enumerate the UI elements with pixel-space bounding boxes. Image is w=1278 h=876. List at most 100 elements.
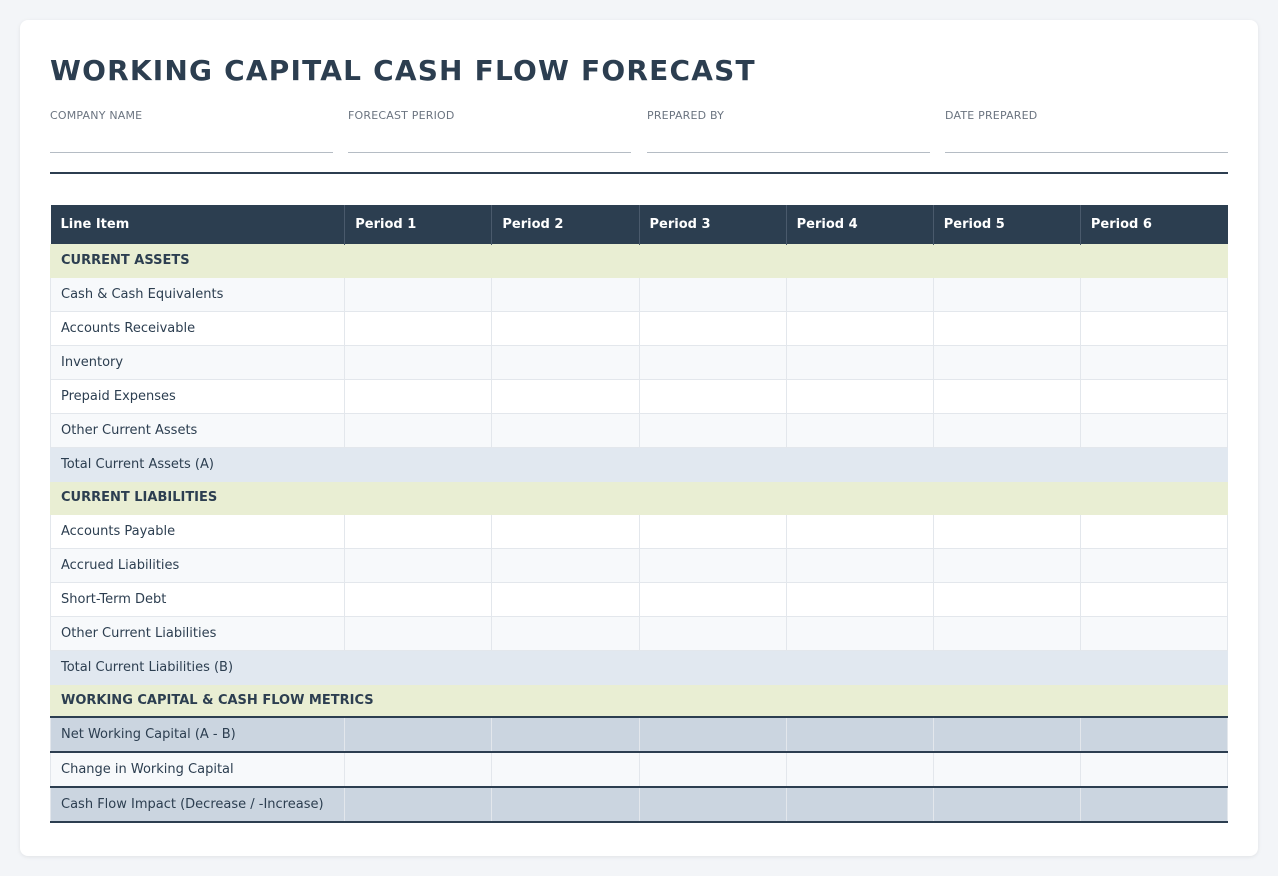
period-5-cell[interactable] <box>932 513 1081 549</box>
period-5-cell[interactable] <box>932 581 1081 617</box>
row-label: Cash & Cash Equivalents <box>49 276 346 312</box>
period-5-cell[interactable] <box>932 615 1081 651</box>
date-prepared-field[interactable]: DATE PREPARED <box>945 109 1228 153</box>
period-3-cell[interactable] <box>638 412 787 448</box>
company-name-field[interactable]: COMPANY NAME <box>50 109 333 153</box>
table-row: Accounts Payable <box>49 513 1229 549</box>
period-5-cell[interactable] <box>932 547 1081 583</box>
period-5-cell[interactable] <box>932 344 1081 380</box>
period-6-cell[interactable] <box>1079 716 1229 753</box>
period-1-cell[interactable] <box>344 412 493 448</box>
period-6-cell[interactable] <box>1079 615 1229 651</box>
prepared-by-label: PREPARED BY <box>647 109 725 122</box>
period-2-cell[interactable] <box>491 310 640 346</box>
forecast-table: Line Item Period 1 Period 2 Period 3 Per… <box>49 205 1229 823</box>
period-6-cell[interactable] <box>1079 276 1229 312</box>
period-2-cell[interactable] <box>491 513 640 549</box>
period-3-cell[interactable] <box>638 547 787 583</box>
period-4-cell[interactable] <box>785 276 934 312</box>
total-label: Total Current Liabilities (B) <box>50 649 1228 685</box>
period-4-cell[interactable] <box>785 581 934 617</box>
period-4-cell[interactable] <box>785 751 934 788</box>
company-name-label: COMPANY NAME <box>50 109 143 122</box>
company-name-input[interactable] <box>50 128 333 148</box>
period-1-cell[interactable] <box>344 751 493 788</box>
date-prepared-label: DATE PREPARED <box>945 109 1038 122</box>
period-4-cell[interactable] <box>785 344 934 380</box>
total-row-current-liabilities: Total Current Liabilities (B) <box>50 649 1228 685</box>
period-4-cell[interactable] <box>785 513 934 549</box>
period-2-cell[interactable] <box>491 344 640 380</box>
period-5-cell[interactable] <box>932 412 1081 448</box>
period-5-cell[interactable] <box>932 751 1081 788</box>
table-row: Cash & Cash Equivalents <box>49 276 1229 312</box>
period-2-cell[interactable] <box>491 276 640 312</box>
period-4-cell[interactable] <box>785 786 934 823</box>
period-1-cell[interactable] <box>344 513 493 549</box>
period-1-cell[interactable] <box>344 378 493 414</box>
period-6-cell[interactable] <box>1079 786 1229 823</box>
period-3-cell[interactable] <box>638 378 787 414</box>
period-2-cell[interactable] <box>491 547 640 583</box>
prepared-by-input[interactable] <box>647 128 930 148</box>
period-4-cell[interactable] <box>785 547 934 583</box>
period-6-cell[interactable] <box>1079 751 1229 788</box>
period-5-cell[interactable] <box>932 786 1081 823</box>
period-1-cell[interactable] <box>344 581 493 617</box>
period-4-cell[interactable] <box>785 716 934 753</box>
forecast-period-input[interactable] <box>348 128 631 148</box>
period-2-cell[interactable] <box>491 412 640 448</box>
period-6-cell[interactable] <box>1079 547 1229 583</box>
row-label: Other Current Assets <box>49 412 346 448</box>
period-1-cell[interactable] <box>344 615 493 651</box>
period-3-cell[interactable] <box>638 310 787 346</box>
period-5-cell[interactable] <box>932 716 1081 753</box>
period-6-cell[interactable] <box>1079 581 1229 617</box>
period-5-cell[interactable] <box>932 276 1081 312</box>
period-2-cell[interactable] <box>491 751 640 788</box>
date-prepared-input[interactable] <box>945 128 1228 148</box>
period-4-cell[interactable] <box>785 412 934 448</box>
period-6-cell[interactable] <box>1079 310 1229 346</box>
period-3-cell[interactable] <box>638 513 787 549</box>
table-row: Accounts Receivable <box>49 310 1229 346</box>
period-3-cell[interactable] <box>638 615 787 651</box>
period-2-cell[interactable] <box>491 581 640 617</box>
period-1-cell[interactable] <box>344 310 493 346</box>
period-1-cell[interactable] <box>344 716 493 753</box>
period-4-cell[interactable] <box>785 615 934 651</box>
section-label: CURRENT ASSETS <box>50 243 1228 278</box>
period-2-cell[interactable] <box>491 378 640 414</box>
period-6-cell[interactable] <box>1079 344 1229 380</box>
header-divider <box>50 172 1228 174</box>
period-6-cell[interactable] <box>1079 513 1229 549</box>
period-2-cell[interactable] <box>491 615 640 651</box>
period-5-cell[interactable] <box>932 378 1081 414</box>
period-3-cell[interactable] <box>638 344 787 380</box>
period-3-cell[interactable] <box>638 786 787 823</box>
period-2-cell[interactable] <box>491 786 640 823</box>
row-label: Cash Flow Impact (Decrease / -Increase) <box>49 786 346 823</box>
period-1-cell[interactable] <box>344 344 493 380</box>
table-row: Other Current Liabilities <box>49 615 1229 651</box>
period-1-cell[interactable] <box>344 276 493 312</box>
period-3-cell[interactable] <box>638 716 787 753</box>
row-label: Prepaid Expenses <box>49 378 346 414</box>
period-3-cell[interactable] <box>638 751 787 788</box>
period-2-cell[interactable] <box>491 716 640 753</box>
section-header-metrics: WORKING CAPITAL & CASH FLOW METRICS <box>50 683 1228 718</box>
table-row: Prepaid Expenses <box>49 378 1229 414</box>
period-6-cell[interactable] <box>1079 412 1229 448</box>
period-1-cell[interactable] <box>344 547 493 583</box>
period-1-cell[interactable] <box>344 786 493 823</box>
period-3-cell[interactable] <box>638 581 787 617</box>
period-4-cell[interactable] <box>785 310 934 346</box>
period-6-cell[interactable] <box>1079 378 1229 414</box>
forecast-period-field[interactable]: FORECAST PERIOD <box>348 109 631 153</box>
prepared-by-field[interactable]: PREPARED BY <box>647 109 930 153</box>
row-label: Accrued Liabilities <box>49 547 346 583</box>
column-header: Period 4 <box>786 205 934 244</box>
period-5-cell[interactable] <box>932 310 1081 346</box>
period-3-cell[interactable] <box>638 276 787 312</box>
period-4-cell[interactable] <box>785 378 934 414</box>
